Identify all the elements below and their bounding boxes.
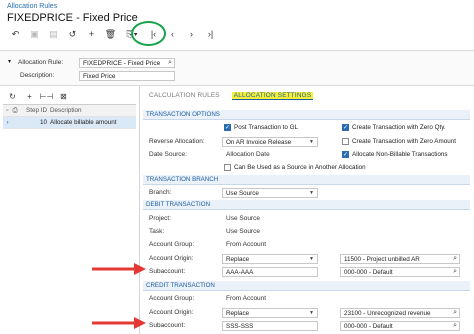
cancel-icon[interactable]: ↺	[63, 27, 82, 41]
splitter[interactable]	[139, 86, 140, 334]
post-to-gl-checkbox[interactable]: ✓ Post Transaction to GL	[224, 124, 298, 131]
page-title: FIXEDPRICE - Fixed Price	[7, 12, 138, 24]
source-allocation-checkbox[interactable]: Can Be Used as a Source in Another Alloc…	[224, 164, 366, 171]
date-source-value[interactable]: Allocation Date	[226, 151, 270, 158]
credit-subaccount-default[interactable]: 000-000 - Default ⌕	[340, 321, 460, 331]
credit-account-origin-label: Account Origin:	[149, 309, 194, 316]
debit-subaccount-input[interactable]: AAA-AAA	[222, 267, 318, 277]
undo-icon[interactable]: ↶	[6, 27, 25, 41]
credit-subaccount-input[interactable]: SSS-SSS	[222, 321, 318, 331]
search-icon[interactable]: ⌕	[168, 59, 172, 67]
grid-header: ▫ ⎙ Step ID Description	[3, 105, 136, 117]
zero-qty-checkbox[interactable]: ✓ Create Transaction with Zero Qty.	[342, 124, 446, 131]
non-billable-checkbox[interactable]: ✓ Allocate Non-Billable Transactions	[342, 151, 448, 158]
zero-amount-checkbox[interactable]: Create Transaction with Zero Amount	[342, 138, 456, 145]
debit-project-value[interactable]: Use Source	[226, 215, 260, 222]
allocation-rule-input[interactable]: FIXEDPRICE - Fixed Price ⌕	[79, 58, 175, 68]
reverse-allocation-value: On AR Invoice Release	[226, 139, 292, 146]
chevron-down-icon: ▼	[309, 310, 314, 316]
debit-account-origin-label: Account Origin:	[149, 255, 194, 262]
debit-account-origin-value: Replace	[226, 256, 250, 263]
section-transaction-options: TRANSACTION OPTIONS	[143, 110, 470, 120]
debit-account-origin-select[interactable]: Replace ▼	[222, 254, 318, 264]
steps-grid: ▫ ⎙ Step ID Description › 10 Allocate bi…	[3, 104, 136, 129]
main-toolbar: ↶ ▣ ▤ ↺ + 🗑 ⎘▾ |‹ ‹ › ›|	[6, 27, 220, 41]
grid-toolbar: ↻ + ⊢⊣ ⊠	[4, 90, 72, 102]
annotation-circle	[131, 21, 166, 46]
debit-project-label: Project:	[149, 215, 172, 222]
credit-account-input[interactable]: 23100 - Unrecognized revenue ⌕	[340, 308, 460, 318]
credit-account-value: 23100 - Unrecognized revenue	[344, 310, 431, 317]
reverse-allocation-label: Reverse Allocation:	[149, 138, 205, 145]
source-allocation-label: Can Be Used as a Source in Another Alloc…	[234, 164, 366, 171]
refresh-icon[interactable]: ↻	[4, 90, 21, 102]
credit-subaccount-default-value: 000-000 - Default	[344, 323, 393, 330]
debit-account-group-label: Account Group:	[149, 241, 195, 248]
debit-subaccount-default-value: 000-000 - Default	[344, 269, 393, 276]
debit-subaccount-default[interactable]: 000-000 - Default ⌕	[340, 267, 460, 277]
fit-columns-icon[interactable]: ⊢⊣	[38, 90, 55, 102]
search-icon[interactable]: ⌕	[453, 268, 457, 276]
allocation-rule-value: FIXEDPRICE - Fixed Price	[83, 60, 161, 67]
save-close-icon[interactable]: ▤	[44, 27, 63, 41]
description-input[interactable]: Fixed Price	[79, 71, 175, 81]
date-source-label: Date Source:	[149, 151, 187, 158]
summary-area: ▾ Allocation Rule: FIXEDPRICE - Fixed Pr…	[0, 50, 474, 86]
chevron-down-icon: ▼	[309, 256, 314, 262]
chevron-down-icon: ▼	[309, 190, 314, 196]
row-icon-header: ▫	[6, 107, 9, 114]
column-step-id[interactable]: Step ID	[18, 107, 50, 114]
credit-account-group-label: Account Group:	[149, 295, 195, 302]
chevron-down-icon: ▼	[309, 139, 314, 145]
zero-qty-label: Create Transaction with Zero Qty.	[352, 124, 446, 131]
branch-value: Use Source	[226, 190, 259, 197]
export-excel-icon[interactable]: ⊠	[55, 90, 72, 102]
debit-subaccount-label: Subaccount:	[149, 268, 186, 275]
check-icon: ✓	[342, 124, 349, 131]
add-icon[interactable]: +	[82, 27, 101, 41]
section-debit-transaction: DEBIT TRANSACTION	[143, 200, 470, 210]
debit-task-label: Task:	[149, 228, 165, 235]
search-icon[interactable]: ⌕	[453, 255, 457, 263]
table-row[interactable]: › 10 Allocate billable amount	[3, 117, 136, 129]
collapse-icon[interactable]: ▾	[8, 58, 11, 65]
branch-select[interactable]: Use Source ▼	[222, 188, 318, 198]
check-icon: ✓	[342, 151, 349, 158]
last-record-icon[interactable]: ›|	[201, 27, 220, 41]
credit-account-origin-select[interactable]: Replace ▼	[222, 308, 318, 318]
annotation-arrow-debit	[92, 263, 146, 275]
debit-account-input[interactable]: 11500 - Project unbilled AR ⌕	[340, 254, 460, 264]
breadcrumb[interactable]: Allocation Rules	[7, 3, 57, 10]
allocation-rule-label: Allocation Rule:	[18, 59, 64, 66]
credit-account-group-value[interactable]: From Account	[226, 295, 266, 302]
debit-account-value: 11500 - Project unbilled AR	[344, 256, 420, 263]
section-credit-transaction: CREDIT TRANSACTION	[143, 281, 470, 291]
annotation-arrow-credit	[92, 317, 146, 329]
section-transaction-branch: TRANSACTION BRANCH	[143, 175, 470, 185]
cell-description[interactable]: Allocate billable amount	[50, 119, 136, 126]
search-icon[interactable]: ⌕	[453, 309, 457, 317]
tab-bar: CALCULATION RULES ALLOCATION SETTINGS	[149, 92, 325, 100]
tab-allocation-settings[interactable]: ALLOCATION SETTINGS	[231, 92, 314, 100]
check-icon: ✓	[224, 124, 231, 131]
debit-account-group-value[interactable]: From Account	[226, 241, 266, 248]
add-row-icon[interactable]: +	[21, 90, 38, 102]
column-description[interactable]: Description	[50, 107, 136, 114]
credit-account-origin-value: Replace	[226, 310, 250, 317]
delete-icon[interactable]: 🗑	[101, 27, 120, 41]
branch-label: Branch:	[149, 189, 172, 196]
description-label: Description:	[20, 72, 55, 79]
non-billable-label: Allocate Non-Billable Transactions	[352, 151, 448, 158]
next-record-icon[interactable]: ›	[182, 27, 201, 41]
credit-subaccount-label: Subaccount:	[149, 322, 186, 329]
zero-amount-label: Create Transaction with Zero Amount	[352, 138, 456, 145]
search-icon[interactable]: ⌕	[453, 322, 457, 330]
debit-task-value[interactable]: Use Source	[226, 228, 260, 235]
reverse-allocation-select[interactable]: On AR Invoice Release ▼	[222, 137, 318, 147]
cell-step-id[interactable]: 10	[18, 119, 50, 126]
row-selector-icon[interactable]: ›	[3, 119, 12, 126]
save-icon[interactable]: ▣	[25, 27, 44, 41]
post-to-gl-label: Post Transaction to GL	[234, 124, 299, 131]
tab-calculation-rules[interactable]: CALCULATION RULES	[149, 92, 220, 100]
